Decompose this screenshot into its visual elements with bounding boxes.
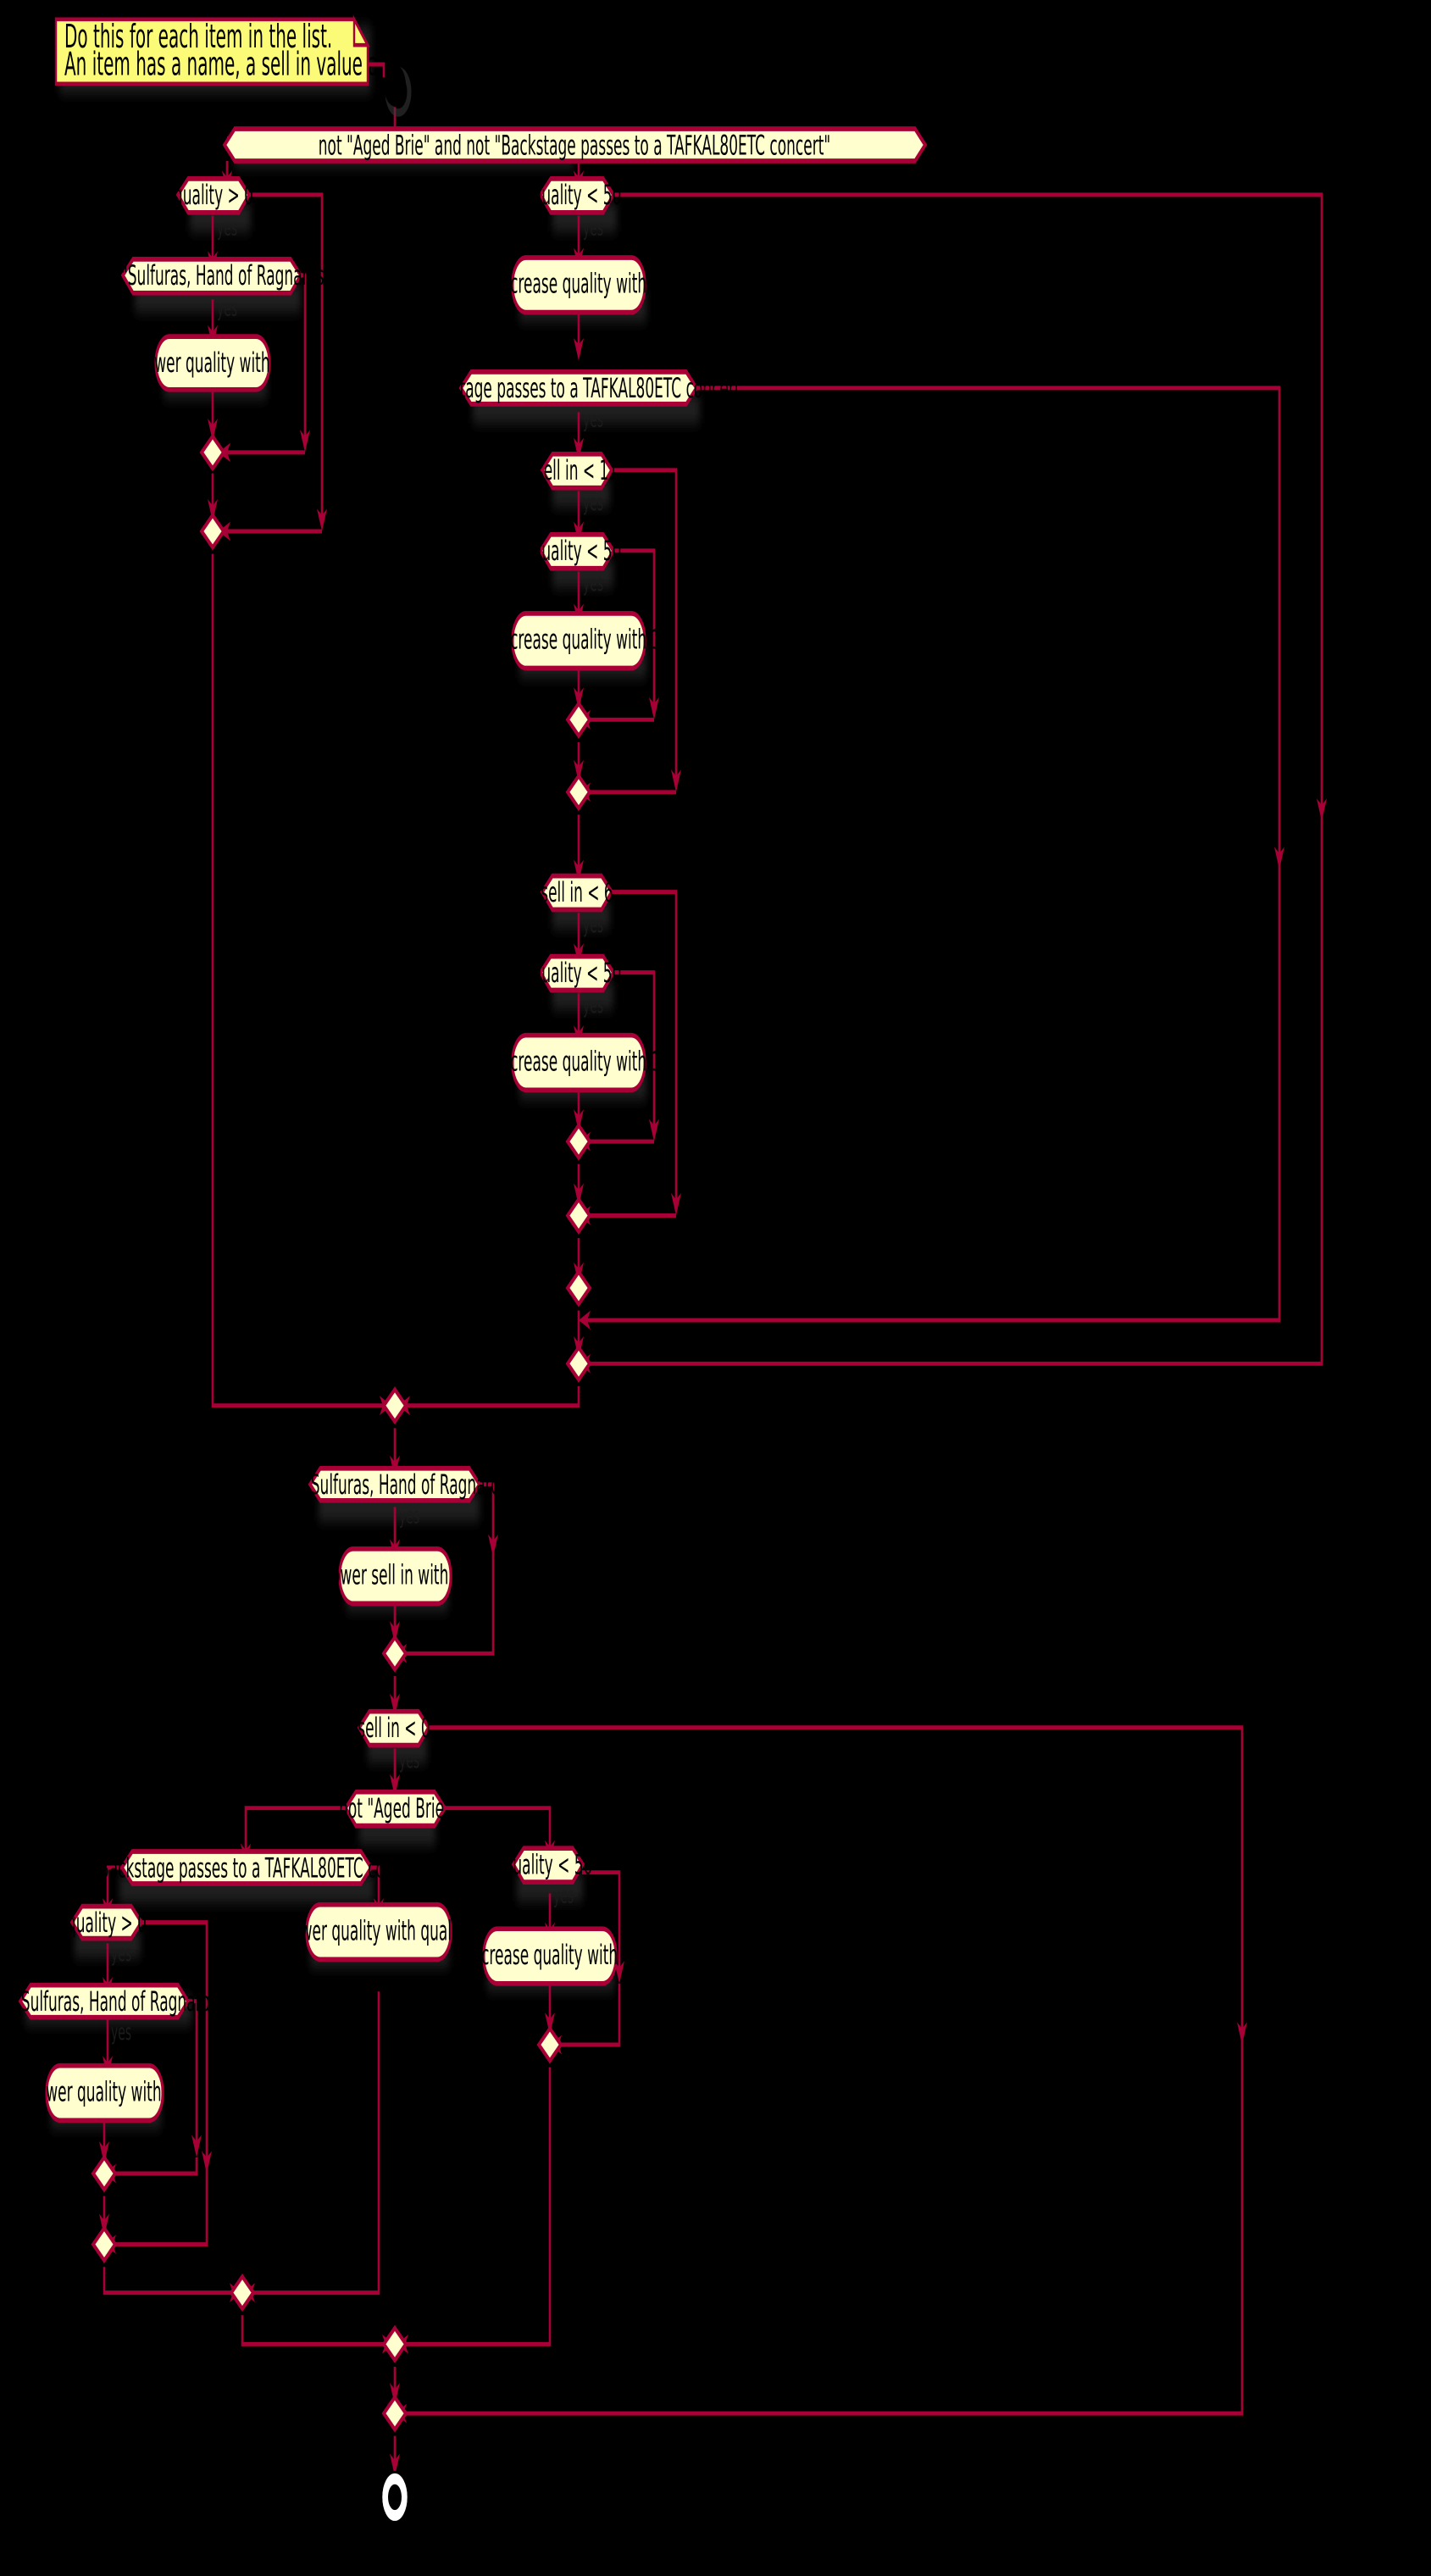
- action-lower-quality-with-quality: lower quality with quality: [288, 1901, 470, 1963]
- decision-label: sell in < 11: [536, 455, 618, 487]
- action-increase-quality-1-right: increase quality with 1: [497, 255, 661, 315]
- action-lower-quality-1-top: lower quality with 1: [141, 334, 284, 392]
- merge-diamond-b5: [381, 2324, 408, 2363]
- decision-label: quality < 50: [504, 1850, 593, 1882]
- decision-sell-in-lt-11: sell in < 11: [536, 451, 618, 491]
- branch-label-yes: yes: [583, 992, 603, 1019]
- decision-label: not "Aged Brie": [339, 1793, 451, 1825]
- decision-quality-lt-50-right: quality < 50: [533, 176, 622, 215]
- action-increase-quality-1-b: increase quality with 1: [497, 1032, 661, 1093]
- branch-label-yes: yes: [399, 1503, 419, 1530]
- merge-diamond-r5: [565, 1269, 592, 1307]
- decision-label: sell in < 6: [541, 877, 613, 909]
- action-label: lower quality with quality: [288, 1916, 470, 1948]
- decision-quality-gt-0-bottom: quality > 0: [67, 1903, 147, 1941]
- action-increase-quality-1-bottom: increase quality with 1: [469, 1926, 632, 1986]
- decision-quality-gt-0-top: quality > 0: [174, 176, 253, 215]
- merge-diamond-r4: [565, 1196, 592, 1235]
- decision-label: not "Sulfuras, Hand of Ragnaros": [0, 1986, 224, 2018]
- decision-quality-lt-50-b: quality < 50: [533, 953, 622, 993]
- decision-not-aged-brie-bottom: not "Aged Brie": [339, 1789, 451, 1829]
- decision-label: quality > 0: [67, 1907, 147, 1940]
- action-label: increase quality with 1: [497, 1046, 661, 1079]
- merge-diamond-sellin: [381, 1634, 408, 1673]
- decision-not-backstage-bottom: not "Backstage passes to a TAFKAL80ETC c…: [64, 1849, 429, 1886]
- action-lower-quality-1-bottom: lower quality with 1: [33, 2062, 175, 2124]
- end-node: [380, 2471, 409, 2523]
- branch-label-yes: yes: [583, 490, 603, 516]
- action-label: increase quality with 1: [497, 625, 661, 657]
- note-line-2: An item has a name, a sell in value and …: [64, 47, 530, 84]
- decision-label: not "Aged Brie" and not "Backstage passe…: [319, 130, 830, 163]
- merge-diamond-left-2: [199, 512, 226, 551]
- action-label: lower quality with 1: [33, 2077, 175, 2109]
- branch-label-yes: yes: [583, 912, 603, 938]
- merge-diamond-b3: [229, 2273, 256, 2312]
- action-label: increase quality with 1: [469, 1940, 632, 1972]
- merge-diamond-main: [381, 1386, 408, 1425]
- branch-label-yes: yes: [111, 2019, 131, 2046]
- decision-label: not "Sulfuras, Hand of Ragnaros": [276, 1469, 514, 1502]
- decision-label: not "Backstage passes to a TAFKAL80ETC c…: [64, 1853, 429, 1885]
- merge-diamond-r3: [565, 1122, 592, 1161]
- decision-not-sulfuras-top: not "Sulfuras, Hand of Ragnaros": [93, 257, 331, 296]
- merge-diamond-r6: [565, 1344, 592, 1383]
- branch-label-yes: yes: [583, 215, 603, 242]
- decision-quality-lt-50-bottom: quality < 50: [504, 1846, 593, 1885]
- branch-label-yes: yes: [111, 1940, 131, 1967]
- decision-sell-in-lt-6: sell in < 6: [540, 873, 614, 913]
- decision-not-brie-not-backstage: not "Aged Brie" and not "Backstage passe…: [222, 126, 928, 164]
- activity-diagram-canvas: Do this for each item in the list. An it…: [0, 0, 1431, 2576]
- action-increase-quality-1-a: increase quality with 1: [497, 611, 661, 671]
- decision-label: sell in < 0: [358, 1713, 430, 1745]
- decision-label: quality < 50: [533, 180, 622, 212]
- decision-label: quality < 50: [533, 536, 622, 568]
- merge-diamond-r2: [565, 773, 592, 812]
- start-node: [383, 64, 412, 117]
- merge-diamond-b4: [536, 2025, 563, 2064]
- branch-label-yes: yes: [217, 296, 237, 322]
- decision-label: not "Sulfuras, Hand of Ragnaros": [93, 260, 331, 292]
- merge-diamond-final: [381, 2394, 408, 2433]
- action-label: lower sell in with 1: [327, 1560, 462, 1592]
- node-layer: Do this for each item in the list. An it…: [0, 14, 928, 2523]
- merge-diamond-left-1: [199, 433, 226, 472]
- merge-diamond-b2: [91, 2225, 118, 2264]
- decision-quality-lt-50-a: quality < 50: [533, 531, 622, 571]
- decision-label: quality > 0: [174, 180, 253, 212]
- merge-diamond-r1: [565, 700, 592, 739]
- loop-note: Do this for each item in the list. An it…: [54, 14, 530, 86]
- branch-label-yes: yes: [553, 1883, 574, 1909]
- decision-backstage-right: "Backstage passes to a TAFKAL80ETC conce…: [411, 369, 747, 407]
- decision-label: "Backstage passes to a TAFKAL80ETC conce…: [411, 373, 747, 405]
- decision-label: quality < 50: [533, 958, 622, 990]
- action-label: increase quality with 1: [497, 269, 661, 301]
- decision-not-sulfuras-mid: not "Sulfuras, Hand of Ragnaros": [276, 1465, 514, 1503]
- branch-label-yes: yes: [217, 215, 237, 242]
- merge-diamond-b1: [91, 2154, 118, 2193]
- decision-not-sulfuras-bottom: not "Sulfuras, Hand of Ragnaros": [0, 1982, 224, 2020]
- action-lower-sell-in-1: lower sell in with 1: [327, 1546, 463, 1607]
- action-label: lower quality with 1: [141, 347, 284, 380]
- branch-label-yes: yes: [583, 570, 603, 597]
- branch-label-yes: yes: [399, 1747, 419, 1774]
- decision-sell-in-lt-0: sell in < 0: [357, 1708, 431, 1748]
- branch-label-yes: yes: [583, 407, 603, 433]
